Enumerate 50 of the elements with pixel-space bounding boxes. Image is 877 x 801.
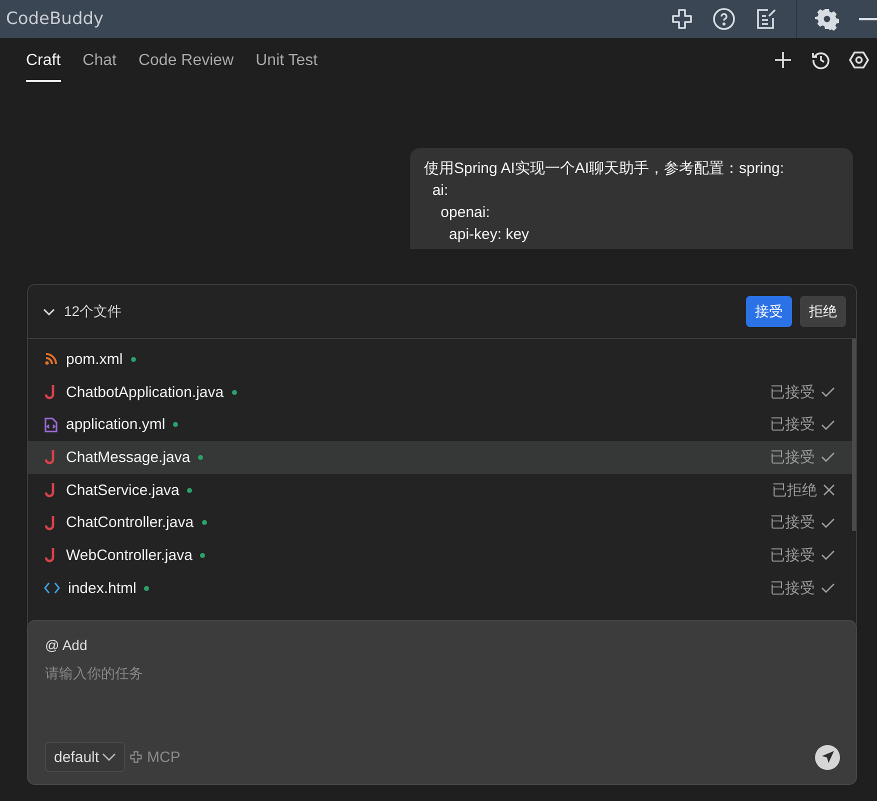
file-status: 已接受 [770,448,815,467]
send-icon [820,750,834,764]
file-name: ChatService.java [66,482,180,499]
file-status: 已拒绝 [772,480,817,500]
file-status: 已接受 [770,578,815,598]
cross-knot-icon[interactable] [670,7,694,31]
rss-icon [44,352,58,366]
file-status: 已接受 [770,415,815,434]
tab[interactable]: Unit Test [256,38,318,82]
plus-icon[interactable] [773,50,793,70]
file-status: 已接受 [770,382,815,402]
task-input[interactable]: 请输入你的任务 [45,665,840,742]
hexagon-settings-icon[interactable] [849,50,869,70]
file-row[interactable]: ChatService.java 已拒绝 [28,474,856,506]
file-count: 12个文件 [64,302,122,320]
code-brackets-icon [44,581,60,596]
file-status: 已接受 [770,513,815,532]
file-name: ChatController.java [66,514,194,532]
file-row[interactable]: pom.xml [28,343,856,376]
reject-button[interactable]: 拒绝 [800,296,846,327]
file-name: pom.xml [66,350,123,368]
send-button[interactable] [815,744,840,770]
tab[interactable]: Chat [82,38,116,82]
history-icon[interactable] [811,50,831,70]
file-code-icon [44,416,58,433]
accept-button[interactable]: 接受 [746,296,792,327]
file-name: WebController.java [66,546,192,564]
file-row[interactable]: ChatbotApplication.java 已接受 [28,376,856,408]
file-row[interactable]: index.html 已接受 [28,572,856,604]
cross-knot-icon[interactable] [129,750,144,764]
file-row[interactable]: WebController.java 已接受 [28,539,856,572]
mode-dropdown[interactable]: default [45,742,126,772]
file-name: ChatMessage.java [66,448,190,466]
file-name: application.yml [66,416,166,434]
window-title: CodeBuddy [6,9,104,29]
edit-note-icon[interactable] [754,7,778,31]
scrollbar[interactable] [852,339,856,531]
file-row[interactable]: ChatController.java 已接受 [28,506,856,540]
file-status: 已接受 [770,546,815,565]
chevron-down-icon [102,752,116,762]
file-name: ChatbotApplication.java [66,384,224,401]
message-text: 使用Spring AI实现一个AI聊天助手，参考配置：spring: ai: openai: api-key: key [424,159,786,245]
file-name: index.html [68,580,136,597]
settings-icon[interactable] [815,7,839,31]
file-row[interactable]: application.yml 已接受 [28,408,856,442]
help-icon[interactable] [712,7,736,31]
tab[interactable]: Craft [26,38,61,82]
task-input-panel[interactable]: @ Add 请输入你的任务 default MCP [27,620,857,785]
tab[interactable]: Code Review [138,38,234,82]
add-context-link[interactable]: @ Add [45,637,88,653]
